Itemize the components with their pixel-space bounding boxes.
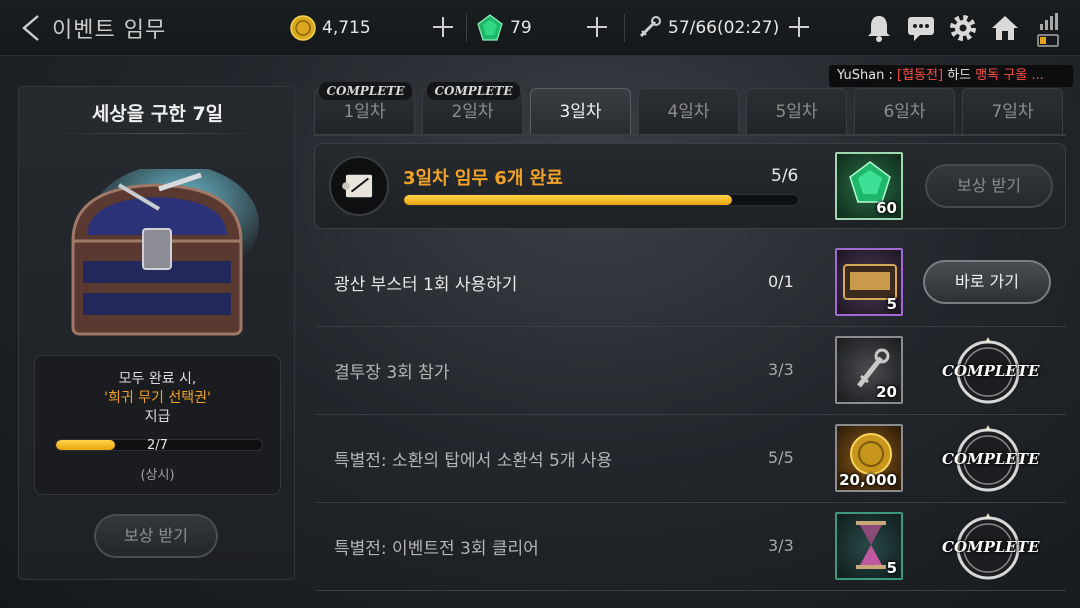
chat-tag: [협동전] bbox=[897, 68, 944, 83]
add-gem-plus-icon[interactable] bbox=[586, 16, 608, 38]
daily-summary-row: 3일차 임무 6개 완료 5/6 60 보상 받기 bbox=[314, 143, 1066, 229]
hourglass-icon bbox=[856, 521, 886, 569]
summary-progress-bar bbox=[403, 194, 799, 206]
claim-daily-reward-button[interactable]: 보상 받기 bbox=[925, 164, 1053, 208]
mission-reward-item[interactable]: 5 bbox=[835, 248, 903, 316]
gold-coin-icon bbox=[290, 15, 316, 41]
tab-label: 1일차 bbox=[343, 102, 386, 122]
tab-day-5[interactable]: 5일차 bbox=[746, 88, 847, 134]
chat-icon[interactable] bbox=[906, 13, 936, 43]
stamina-counter: 57/66(02:27) bbox=[636, 12, 779, 44]
mission-row: 결투장 3회 참가 3/3 20 COMPLETE bbox=[316, 328, 1066, 415]
mission-name: 특별전: 소환의 탑에서 소환석 5개 사용 bbox=[334, 451, 613, 471]
mission-progress: 5/5 bbox=[768, 448, 794, 467]
page-title: 이벤트 임무 bbox=[52, 18, 167, 43]
reward-condition: 모두 완료 시, bbox=[118, 371, 197, 387]
stamina-value: 57/66(02:27) bbox=[668, 18, 780, 38]
tab-day-2[interactable]: 2일차 COMPLETE bbox=[422, 82, 523, 134]
reward-grant: 지급 bbox=[144, 409, 171, 425]
tabs-underline bbox=[314, 134, 1066, 136]
home-icon[interactable] bbox=[990, 13, 1020, 43]
tab-label: 2일차 bbox=[451, 102, 494, 122]
summary-reward-qty: 60 bbox=[876, 199, 897, 217]
tab-day-3[interactable]: 3일차 bbox=[530, 88, 631, 134]
summary-count: 5/6 bbox=[771, 166, 799, 186]
treasure-chest-icon bbox=[71, 169, 259, 336]
chat-highlight: 맹독 구울 ... bbox=[975, 68, 1044, 83]
green-gem-icon bbox=[477, 14, 503, 41]
bell-icon[interactable] bbox=[864, 13, 894, 43]
mission-progress: 0/1 bbox=[768, 272, 794, 291]
complete-label: COMPLETE bbox=[942, 362, 1040, 380]
tab-day-7[interactable]: 7일차 bbox=[962, 88, 1063, 134]
tab-label: 5일차 bbox=[775, 102, 818, 122]
chat-user: YuShan : bbox=[837, 68, 898, 83]
go-to-mission-button[interactable]: 바로 가기 bbox=[923, 260, 1051, 304]
divider bbox=[466, 14, 467, 42]
mission-progress: 3/3 bbox=[768, 360, 794, 379]
gear-icon[interactable] bbox=[948, 13, 978, 43]
title-divider bbox=[49, 133, 266, 134]
mission-name: 결투장 3회 참가 bbox=[334, 363, 450, 383]
summary-progress-fill bbox=[404, 195, 733, 205]
tab-label: 7일차 bbox=[991, 102, 1034, 122]
chat-ticker[interactable]: YuShan : [협동전] 하드 맹독 구울 ... bbox=[829, 65, 1073, 87]
event-permanent-label: (상시) bbox=[140, 468, 175, 483]
mission-name: 특별전: 이벤트전 3회 클리어 bbox=[334, 539, 539, 559]
tab-day-1[interactable]: 1일차 COMPLETE bbox=[314, 82, 415, 134]
mission-reward-qty: 5 bbox=[886, 295, 897, 313]
back-chevron-icon[interactable] bbox=[20, 14, 42, 42]
complete-label: COMPLETE bbox=[942, 538, 1040, 556]
tab-day-4[interactable]: 4일차 bbox=[638, 88, 739, 134]
summary-reward-item[interactable]: 60 bbox=[835, 152, 903, 220]
mission-progress: 3/3 bbox=[768, 536, 794, 555]
mission-name: 광산 부스터 1회 사용하기 bbox=[334, 275, 518, 295]
signal-battery-icon bbox=[1037, 13, 1059, 47]
add-gold-plus-icon[interactable] bbox=[432, 16, 454, 38]
claim-final-reward-button[interactable]: 보상 받기 bbox=[94, 514, 218, 558]
chat-text: 하드 bbox=[943, 68, 976, 83]
completion-reward-box: 모두 완료 시, '희귀 무기 선택권' 지급 2/7 (상시) bbox=[34, 355, 281, 495]
event-title: 세상을 구한 7일 bbox=[91, 103, 224, 125]
event-reward-panel: 세상을 구한 7일 모두 완료 시, '희귀 무기 선택권' 지급 2/7 (상… bbox=[18, 86, 295, 580]
divider bbox=[624, 14, 625, 42]
mission-row: 특별전: 소환의 탑에서 소환석 5개 사용 5/5 20,000 COMPLE… bbox=[316, 416, 1066, 503]
tab-day-6[interactable]: 6일차 bbox=[854, 88, 955, 134]
complete-label: COMPLETE bbox=[942, 450, 1040, 468]
complete-seal: COMPLETE bbox=[942, 511, 1040, 585]
scroll-quill-icon bbox=[329, 156, 389, 216]
tab-label: 4일차 bbox=[667, 102, 710, 122]
gem-counter: 79 bbox=[476, 12, 532, 44]
gold-counter: 4,715 bbox=[290, 12, 371, 44]
mission-reward-qty: 20,000 bbox=[839, 471, 897, 489]
summary-title: 3일차 임무 6개 완료 bbox=[403, 168, 563, 189]
tab-label: 3일차 bbox=[559, 102, 602, 122]
reward-item: '희귀 무기 선택권' bbox=[104, 390, 211, 406]
complete-seal: COMPLETE bbox=[942, 423, 1040, 497]
gem-value: 79 bbox=[510, 18, 532, 38]
gold-coin-icon bbox=[850, 433, 892, 475]
gold-value: 4,715 bbox=[322, 18, 371, 38]
tab-complete-badge: COMPLETE bbox=[427, 82, 520, 100]
mission-reward-item[interactable]: 5 bbox=[835, 512, 903, 580]
mission-reward-item[interactable]: 20,000 bbox=[835, 424, 903, 492]
mission-reward-qty: 20 bbox=[876, 383, 897, 401]
mission-row: 광산 부스터 1회 사용하기 0/1 5 바로 가기 bbox=[316, 240, 1066, 327]
mission-row: 특별전: 이벤트전 3회 클리어 3/3 5 COMPLETE bbox=[316, 504, 1066, 591]
tab-label: 6일차 bbox=[883, 102, 926, 122]
complete-seal: COMPLETE bbox=[942, 335, 1040, 409]
mission-reward-item[interactable]: 20 bbox=[835, 336, 903, 404]
mission-reward-qty: 5 bbox=[886, 559, 897, 577]
top-bar: 이벤트 임무 4,715 79 57/66(02:27) bbox=[0, 0, 1080, 56]
add-stamina-plus-icon[interactable] bbox=[788, 16, 810, 38]
tab-complete-badge: COMPLETE bbox=[319, 82, 412, 100]
wrench-key-icon bbox=[639, 16, 661, 38]
event-progress-count: 2/7 bbox=[147, 438, 168, 453]
